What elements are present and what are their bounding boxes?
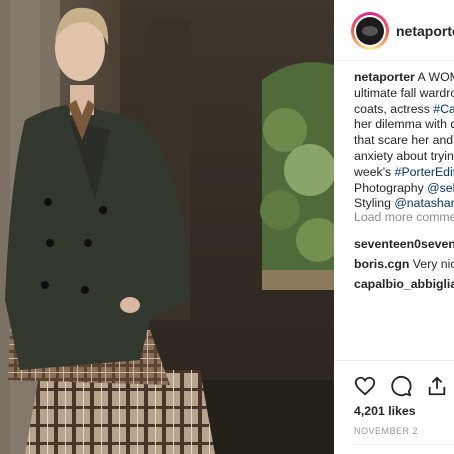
heart-icon[interactable] <box>354 375 376 397</box>
caption-line: anxiety about trying <box>354 148 454 163</box>
caption-line: coats, actress #Car <box>354 102 454 118</box>
comment-item: seventeen0seven <box>354 234 454 254</box>
share-icon[interactable] <box>426 375 448 397</box>
post-date: NOVEMBER 2 <box>354 426 419 436</box>
like-count[interactable]: 4,201 likes <box>354 404 416 418</box>
header-username[interactable]: netaporter <box>396 23 454 39</box>
avatar-border <box>354 15 386 47</box>
caption-line: her dilemma with d <box>354 117 454 132</box>
caption-text: A WOM <box>417 70 454 84</box>
post-photo[interactable] <box>0 0 334 454</box>
caption-username[interactable]: netaporter <box>354 70 415 84</box>
avatar <box>356 17 384 45</box>
caption-text: coats, actress <box>354 101 434 116</box>
caption-line: ultimate fall wardro <box>354 85 454 100</box>
comment-username[interactable]: seventeen0seven <box>354 237 454 251</box>
comment-item: capalbio_abbiglian <box>354 274 454 294</box>
caption-line: week's #PorterEdit <box>354 165 454 181</box>
hashtag-link[interactable]: #Car <box>433 102 454 116</box>
action-bar <box>334 360 454 409</box>
caption-line: that scare her and <box>354 133 454 148</box>
divider <box>354 444 454 445</box>
load-more-comments-button[interactable]: Load more comme <box>354 210 454 224</box>
mention-link[interactable]: @natashard <box>394 196 454 210</box>
comment-item: boris.cgn Very nice <box>354 254 454 274</box>
caption-text: week's <box>354 164 395 179</box>
comment-username[interactable]: capalbio_abbiglian <box>354 277 454 291</box>
comment-text: Very nice <box>412 257 454 271</box>
caption-text: Photography <box>354 180 428 195</box>
story-ring[interactable] <box>351 12 389 50</box>
caption-text: Styling <box>354 196 395 211</box>
comment-list: seventeen0seven boris.cgn Very nice capa… <box>354 234 454 294</box>
comment-bubble-icon[interactable] <box>390 375 412 397</box>
post-caption: netaporter A WOM ultimate fall wardro co… <box>354 70 454 212</box>
caption-line: netaporter A WOM <box>354 70 454 86</box>
comment-username[interactable]: boris.cgn <box>354 257 409 271</box>
post-header: netaporter <box>334 0 454 61</box>
caption-line: Photography @seb <box>354 181 454 197</box>
post-side-panel: netaporter netaporter A WOM ultimate fal… <box>334 0 454 454</box>
mention-link[interactable]: @seb <box>427 181 454 195</box>
fashion-photo-image <box>0 0 334 454</box>
hashtag-link[interactable]: #PorterEdit <box>395 165 454 179</box>
